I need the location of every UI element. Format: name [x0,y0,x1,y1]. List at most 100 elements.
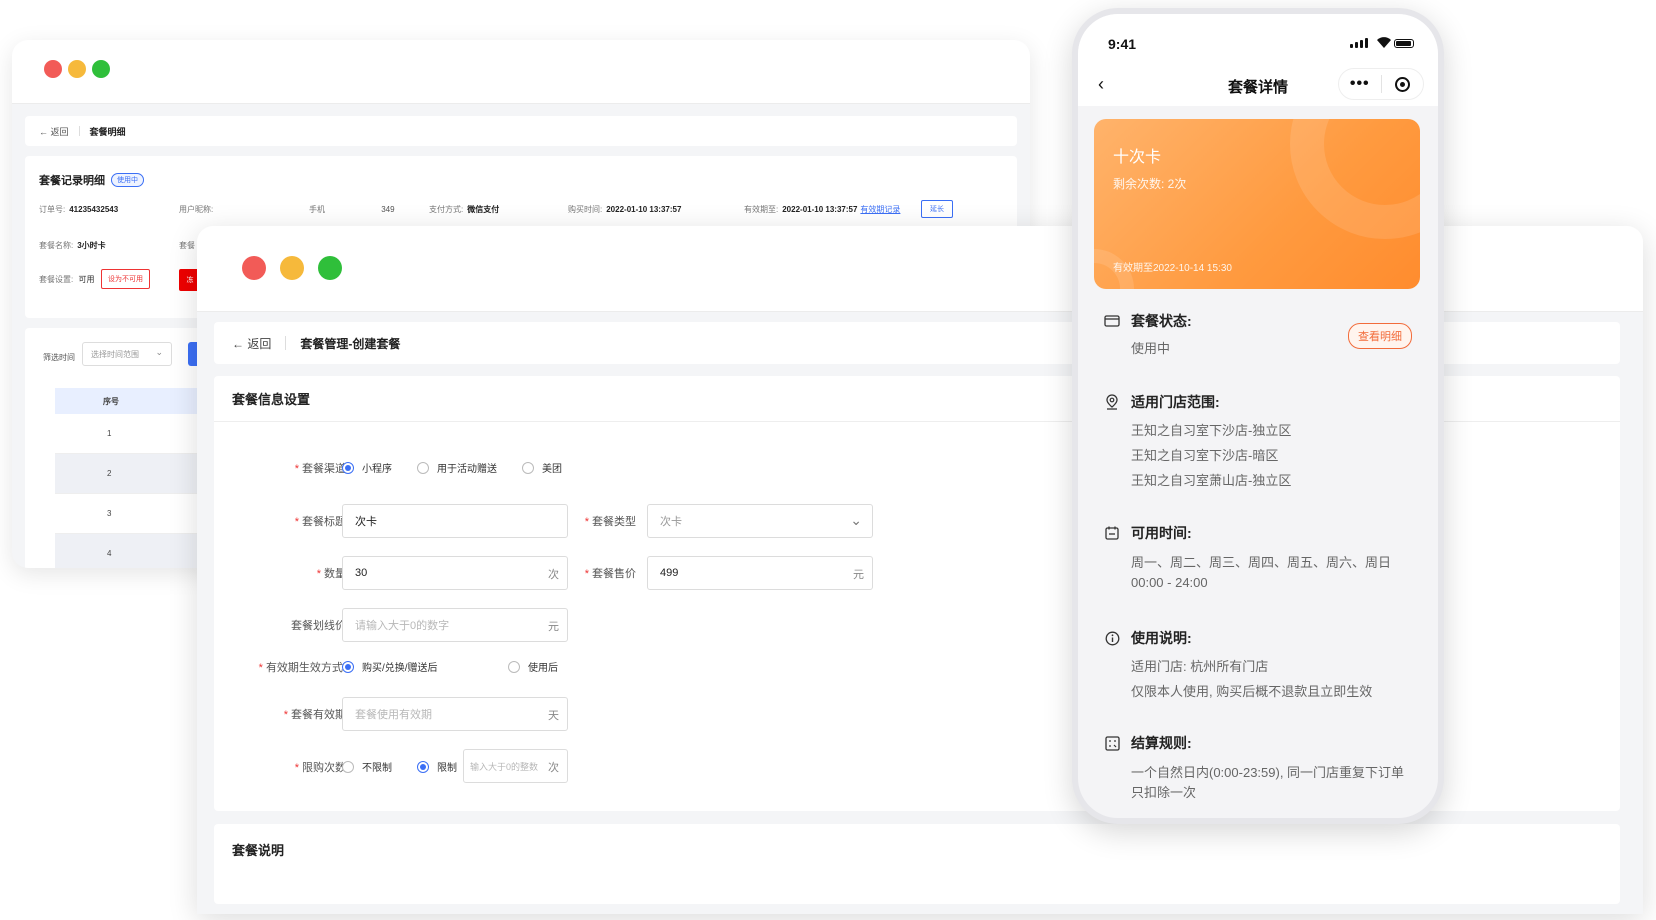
strike-price-input[interactable]: 请输入大于0的数字 元 [342,608,568,642]
strike-price-placeholder: 请输入大于0的数字 [355,620,450,632]
set-unavailable-button[interactable]: 设为不可用 [101,269,150,289]
usage-lines: 适用门店: 杭州所有门店 仅限本人使用, 购买后概不退款且立即生效 [1104,654,1424,704]
title-value: 次卡 [355,516,377,528]
radio-label: 小程序 [362,464,392,475]
card-remaining: 剩余次数: 2次 [1113,177,1187,191]
required-mark: * [294,463,299,475]
time-days: 周一、周二、周三、周四、周五、周六、周日 [1131,555,1392,570]
radio-icon [417,461,429,474]
limit-option-unlimited[interactable]: 不限制 [342,759,392,774]
more-icon[interactable]: ••• [1339,75,1381,93]
channel-option-meituan[interactable]: 美团 [522,460,562,475]
list-item: 王知之自习室萧山店-独立区 [1131,473,1292,488]
order-no-value: 41235432543 [69,205,119,214]
limit-count-placeholder: 输入大于0的整数 [470,761,539,772]
table-cell: 4 [107,549,112,558]
close-miniprogram-icon[interactable] [1381,76,1423,92]
stores-list: 王知之自习室下沙店-独立区 王知之自习室下沙店-暗区 王知之自习室萧山店-独立区 [1104,418,1424,493]
radio-checked-icon [342,660,354,673]
setting-label: 套餐设置: [39,275,74,284]
usage-title: 使用说明: [1131,630,1192,646]
close-window-button[interactable] [242,256,266,280]
table-cell: 1 [107,429,112,438]
limit-option-limited[interactable]: 限制 [417,759,457,774]
price-unit: 元 [853,569,864,581]
package-card: 十次卡 剩余次数: 2次 有效期至2022-10-14 15:30 [1094,119,1420,289]
close-window-button[interactable] [44,60,62,78]
minimize-window-button[interactable] [68,60,86,78]
settle-line: 只扣除一次 [1131,785,1197,800]
valid-field: 有效期至: 2022-01-10 13:37:57 有效期记录 [744,204,900,215]
page-title: 套餐管理-创建套餐 [300,336,401,351]
setting-value: 可用 [78,275,95,284]
effective-option-use[interactable]: 使用后 [508,659,558,674]
radio-icon [508,660,520,673]
info-icon [1104,630,1120,646]
settle-lines: 一个自然日内(0:00-23:59), 同一门店重复下订单 只扣除一次 [1104,763,1424,803]
chevron-down-icon: ⌄ [155,347,163,357]
channel-option-gift[interactable]: 用于活动赠送 [417,460,497,475]
price-input[interactable]: 499 元 [647,556,873,590]
calendar-icon [1104,525,1120,541]
usage-line: 仅限本人使用, 购买后概不退款且立即生效 [1131,684,1373,699]
pay-label: 支付方式: [429,205,464,214]
location-pin-icon [1104,394,1120,410]
status-badge: 使用中 [111,173,144,187]
minimize-window-button[interactable] [280,256,304,280]
setting-field: 套餐设置: 可用 [39,274,94,285]
radio-label: 用于活动赠送 [437,464,497,475]
title-input[interactable]: 次卡 [342,504,568,538]
type-label-text: 套餐类型 [592,516,636,528]
maximize-window-button[interactable] [92,60,110,78]
description-title: 套餐说明 [232,843,285,858]
required-mark: * [294,516,299,528]
back-link[interactable]: ← 返回 [39,125,69,138]
type-value: 次卡 [660,516,682,528]
validity-input[interactable]: 套餐使用有效期 天 [342,697,568,731]
quantity-input[interactable]: 30 次 [342,556,568,590]
validity-label: * 套餐有效期 [284,706,346,722]
buy-time-field: 购买时间: 2022-01-10 13:37:57 [568,204,681,215]
phone-value: 349 [381,205,395,214]
quantity-unit: 次 [548,569,559,581]
valid-record-link[interactable]: 有效期记录 [860,205,900,214]
stores-section: 适用门店范围: 王知之自习室下沙店-独立区 王知之自习室下沙店-暗区 王知之自习… [1104,392,1424,493]
valid-label: 有效期至: [744,205,779,214]
wifi-icon [1377,37,1391,48]
time-hours: 00:00 - 24:00 [1131,575,1208,590]
page-title: 套餐明细 [89,126,126,137]
back-label: 返回 [247,336,272,351]
breadcrumb: ← 返回 套餐明细 [25,116,1017,146]
type-select[interactable]: 次卡 ⌄ [647,504,873,538]
stores-heading: 适用门店范围: [1104,392,1424,412]
back-link[interactable]: ← 返回 [232,335,271,352]
card-name: 十次卡 [1113,149,1162,166]
price-label-text: 套餐售价 [592,568,636,580]
required-mark: * [584,568,589,580]
status-title: 套餐状态: [1131,313,1192,329]
extend-button[interactable]: 延长 [921,200,953,218]
pay-field: 支付方式: 微信支付 [429,204,499,215]
battery-icon [1394,39,1414,48]
usage-heading: 使用说明: [1104,628,1424,648]
limit-count-input[interactable]: 输入大于0的整数次 [463,749,568,783]
card-valid-until: 有效期至2022-10-14 15:30 [1113,263,1232,274]
price-label: * 套餐售价 [585,565,636,581]
view-detail-button[interactable]: 查看明细 [1348,323,1412,349]
stores-title: 适用门店范围: [1131,394,1220,410]
time-range-select[interactable]: 选择时间范围 ⌄ [82,342,172,366]
column-index-header: 序号 [103,396,119,406]
nickname-label: 用户昵称: [179,205,214,214]
required-mark: * [283,709,288,721]
radio-checked-icon [342,461,354,474]
settle-heading: 结算规则: [1104,733,1424,753]
buy-time-value: 2022-01-10 13:37:57 [606,205,682,214]
maximize-window-button[interactable] [318,256,342,280]
required-mark: * [258,662,263,674]
record-title: 套餐记录明细 使用中 [39,172,144,188]
valid-value: 2022-01-10 13:37:57 [782,205,858,214]
table-cell: 2 [107,469,112,478]
miniprogram-capsule: ••• [1338,68,1424,100]
channel-option-miniprogram[interactable]: 小程序 [342,460,392,475]
effective-option-purchase[interactable]: 购买/兑换/赠送后 [342,659,438,674]
